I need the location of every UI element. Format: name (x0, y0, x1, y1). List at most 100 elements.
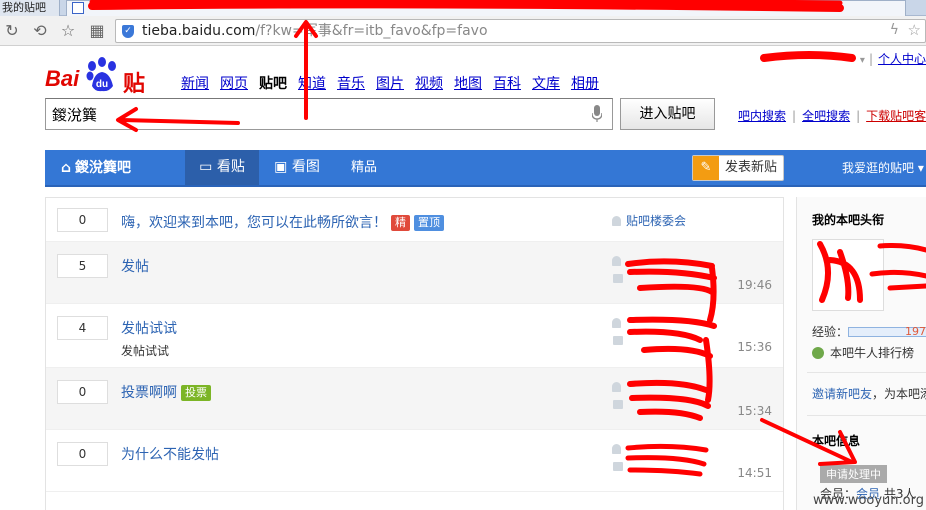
logo-bai: Bai (45, 66, 80, 91)
last-reply-icon (613, 462, 623, 471)
back-icon[interactable]: ⟲ (29, 20, 51, 42)
reply-count: 4 (57, 316, 108, 340)
browser-tab-active[interactable] (66, 0, 906, 16)
shield-icon: ✓ (122, 25, 134, 38)
browser-tab-strip: 我的贴吧 (0, 0, 926, 16)
thread-title-text: 嗨，欢迎来到本吧，您可以在此畅所欲言！ (121, 215, 387, 231)
tab-featured[interactable]: 精品 (337, 150, 391, 185)
thread-row: 4 发帖试试 发帖试试 15:36 (46, 304, 783, 368)
bookmark-star-icon[interactable]: ☆ (908, 21, 921, 39)
thread-author[interactable]: 贴吧楼委会 (612, 212, 686, 229)
svg-text:du: du (96, 79, 108, 90)
forum-info-title: 本吧信息 (812, 434, 861, 448)
personal-center-link[interactable]: 个人中心 (878, 52, 926, 66)
search-box[interactable] (45, 98, 613, 130)
image-icon: ▣ (274, 159, 288, 175)
last-reply-time: 15:34 (737, 404, 772, 418)
paw-icon: du (86, 57, 116, 92)
last-reply-time: 15:36 (737, 340, 772, 354)
nav-link[interactable]: 网页 (220, 76, 248, 92)
thread-row: 5 发帖 19:46 (46, 242, 783, 304)
search-all-link[interactable]: 全吧搜索 (802, 109, 850, 123)
browser-tab-inactive[interactable]: 我的贴吧 (0, 0, 60, 16)
reply-count: 0 (57, 380, 108, 404)
divider (807, 372, 926, 373)
url-host: tieba.baidu.com (142, 23, 256, 39)
invite-suffix: ，为本吧添 (872, 387, 926, 401)
forum-name[interactable]: ⌂ 鍐涗簨吧 (61, 150, 131, 187)
pending-badge: 申请处理中 (820, 465, 887, 483)
rank-link-label: 本吧牛人排行榜 (830, 346, 915, 360)
user-icon (612, 256, 621, 266)
url-path: /f?kw=军事&fr=itb_favo&fp=favo (255, 23, 488, 39)
thread-author[interactable] (612, 254, 626, 268)
comment-icon: ▭ (199, 159, 213, 175)
user-icon (612, 318, 621, 328)
reply-count: 5 (57, 254, 108, 278)
new-post-button[interactable]: ✎ 发表新贴 (692, 155, 784, 181)
fav-forums-dropdown[interactable]: 我爱逛的贴吧 ▾ (842, 150, 924, 187)
exp-bar: 197 (848, 325, 926, 338)
url-text: tieba.baidu.com/f?kw=军事&fr=itb_favo&fp=f… (142, 20, 488, 42)
thread-title[interactable]: 发帖试试 (121, 318, 177, 338)
user-icon (612, 444, 621, 454)
reply-count: 0 (57, 208, 108, 232)
thread-title-text: 发帖试试 (121, 321, 177, 337)
tab-title: 我的贴吧 (2, 1, 46, 14)
apps-icon[interactable]: ▦ (86, 20, 108, 42)
invite-row: 邀请新吧友，为本吧添 (812, 385, 926, 402)
user-rank-icon (812, 347, 824, 359)
nav-link[interactable]: 百科 (493, 76, 521, 92)
reload-icon[interactable]: ↻ (1, 20, 23, 42)
nav-link[interactable]: 地图 (454, 76, 482, 92)
thread-title[interactable]: 发帖 (121, 256, 149, 276)
rank-link[interactable]: 本吧牛人排行榜 (812, 344, 914, 361)
enter-forum-button[interactable]: 进入贴吧 (620, 98, 715, 130)
search-input[interactable] (46, 99, 576, 129)
thread-title-text: 为什么不能发帖 (121, 447, 219, 463)
last-reply-icon (613, 336, 623, 345)
sidebar: 我的本吧头衔 经验： 197 本吧牛人排行榜 邀请新吧友，为本吧添 本吧信息 申请… (796, 197, 926, 510)
favicon-icon (72, 2, 84, 14)
thread-title[interactable]: 为什么不能发帖 (121, 444, 219, 464)
tab-images[interactable]: ▣ 看图 (260, 150, 334, 185)
thread-title[interactable]: 嗨，欢迎来到本吧，您可以在此畅所欲言！精置顶 (121, 212, 444, 232)
star-icon[interactable]: ☆ (57, 20, 79, 42)
search-in-forum-link[interactable]: 吧内搜索 (738, 109, 786, 123)
exp-value: 197 (905, 325, 926, 338)
tab-posts-label: 看贴 (216, 159, 245, 175)
thread-author-name: 贴吧楼委会 (626, 214, 687, 228)
user-links: ▾ | 个人中心 (859, 52, 926, 66)
search-links: 吧内搜索 | 全吧搜索 | 下载贴吧客 (738, 109, 926, 123)
last-reply-icon (613, 400, 623, 409)
home-icon: ⌂ (61, 160, 72, 176)
tab-posts[interactable]: ▭ 看贴 (185, 150, 259, 185)
download-client-link[interactable]: 下载贴吧客 (866, 109, 926, 123)
nav-link[interactable]: 贴吧 (259, 76, 287, 92)
thread-author[interactable] (612, 442, 626, 456)
thread-title[interactable]: 投票啊啊 投票 (121, 382, 211, 402)
thread-row: 0 为什么不能发帖 14:51 (46, 430, 783, 492)
thread-abstract: 发帖试试 (121, 344, 170, 358)
forum-bar: ⌂ 鍐涗簨吧 ▭ 看贴 ▣ 看图 精品 ✎ 发表新贴 我爱逛的贴吧 ▾ (45, 150, 926, 187)
watermark: www.wooyun.org (812, 493, 924, 508)
divider (807, 415, 926, 416)
thread-author[interactable] (612, 316, 626, 330)
microphone-icon[interactable] (592, 105, 602, 123)
nav-link[interactable]: 视频 (415, 76, 443, 92)
nav-link[interactable]: 新闻 (181, 76, 209, 92)
last-reply-time: 14:51 (737, 466, 772, 480)
address-bar[interactable]: ✓ tieba.baidu.com/f?kw=军事&fr=itb_favo&fp… (115, 19, 926, 43)
nav-link[interactable]: 知道 (298, 76, 326, 92)
nav-link[interactable]: 音乐 (337, 76, 365, 92)
avatar[interactable] (812, 239, 884, 311)
thread-list: 0 嗨，欢迎来到本吧，您可以在此畅所欲言！精置顶 贴吧楼委会 5 发帖 19:46 4 发帖试… (45, 197, 784, 510)
nav-link[interactable]: 文库 (532, 76, 560, 92)
nav-link[interactable]: 相册 (571, 76, 599, 92)
lightning-icon[interactable]: ϟ (890, 22, 899, 38)
nav-link[interactable]: 图片 (376, 76, 404, 92)
thread-author[interactable] (612, 380, 626, 394)
reply-count: 0 (57, 442, 108, 466)
thread-badge: 置顶 (414, 215, 444, 231)
invite-link[interactable]: 邀请新吧友 (812, 387, 872, 401)
